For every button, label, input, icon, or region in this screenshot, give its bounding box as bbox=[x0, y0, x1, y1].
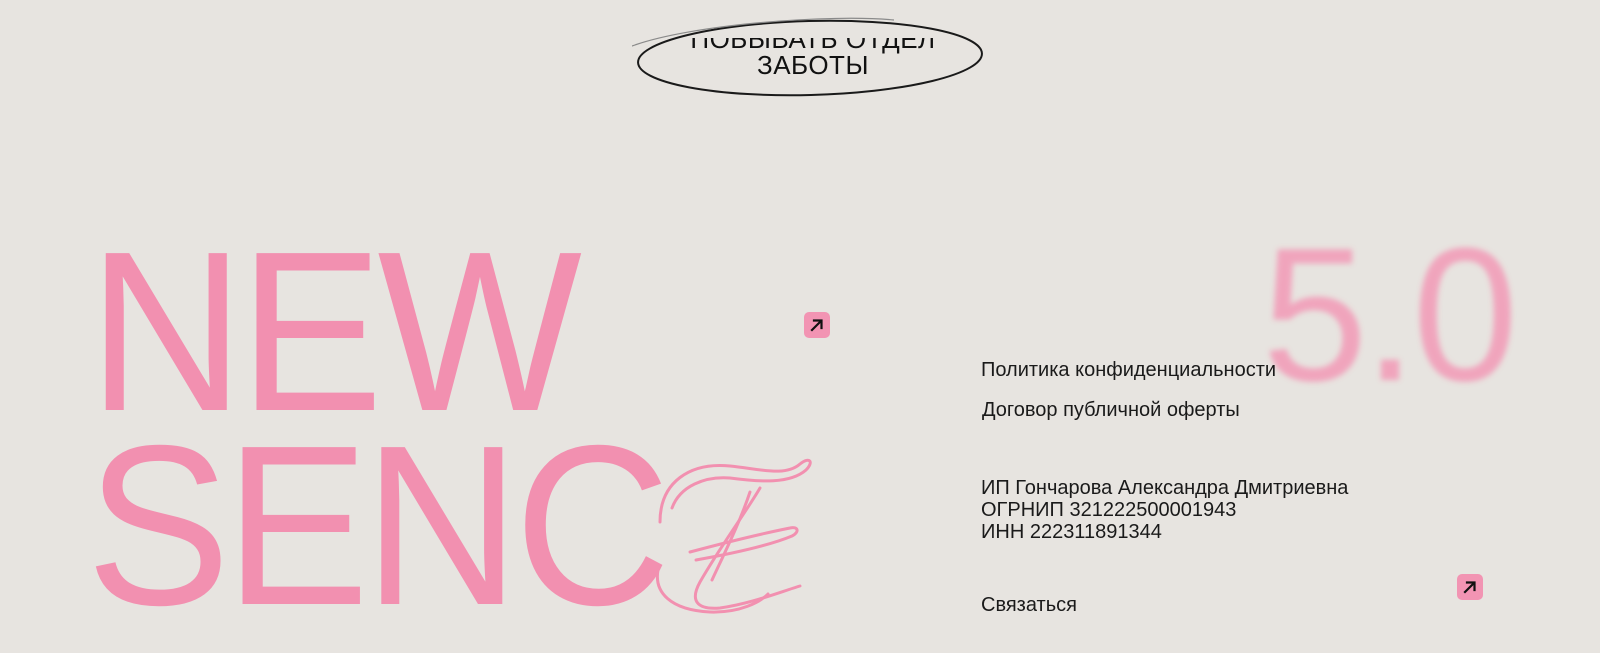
logo-word-senc: SENC bbox=[86, 399, 671, 653]
arrow-up-right-icon bbox=[810, 319, 823, 332]
contact-link[interactable]: Связаться bbox=[981, 594, 1077, 617]
legal-info: ИП Гончарова Александра Дмитриевна ОГРНИ… bbox=[981, 477, 1348, 543]
logo-link-button[interactable] bbox=[804, 312, 830, 338]
legal-inn: ИНН 222311891344 bbox=[981, 521, 1162, 543]
arrow-up-right-icon bbox=[1463, 581, 1476, 594]
version-number: 5.0 bbox=[1262, 209, 1518, 421]
legal-name: ИП Гончарова Александра Дмитриевна bbox=[981, 477, 1349, 499]
public-offer-link[interactable]: Договор публичной оферты bbox=[982, 399, 1240, 422]
visit-care-department-button[interactable]: ПОБЫВАТЬ ОТДЕЛ ЗАБОТЫ bbox=[632, 12, 992, 104]
contact-arrow-button[interactable] bbox=[1457, 574, 1483, 600]
oval-button-label: ПОБЫВАТЬ ОТДЕЛ ЗАБОТЫ bbox=[690, 38, 936, 76]
privacy-policy-link[interactable]: Политика конфиденциальности bbox=[981, 359, 1276, 382]
script-e-logo-icon bbox=[655, 458, 812, 614]
legal-ogrnip: ОГРНИП 321222500001943 bbox=[981, 499, 1237, 521]
